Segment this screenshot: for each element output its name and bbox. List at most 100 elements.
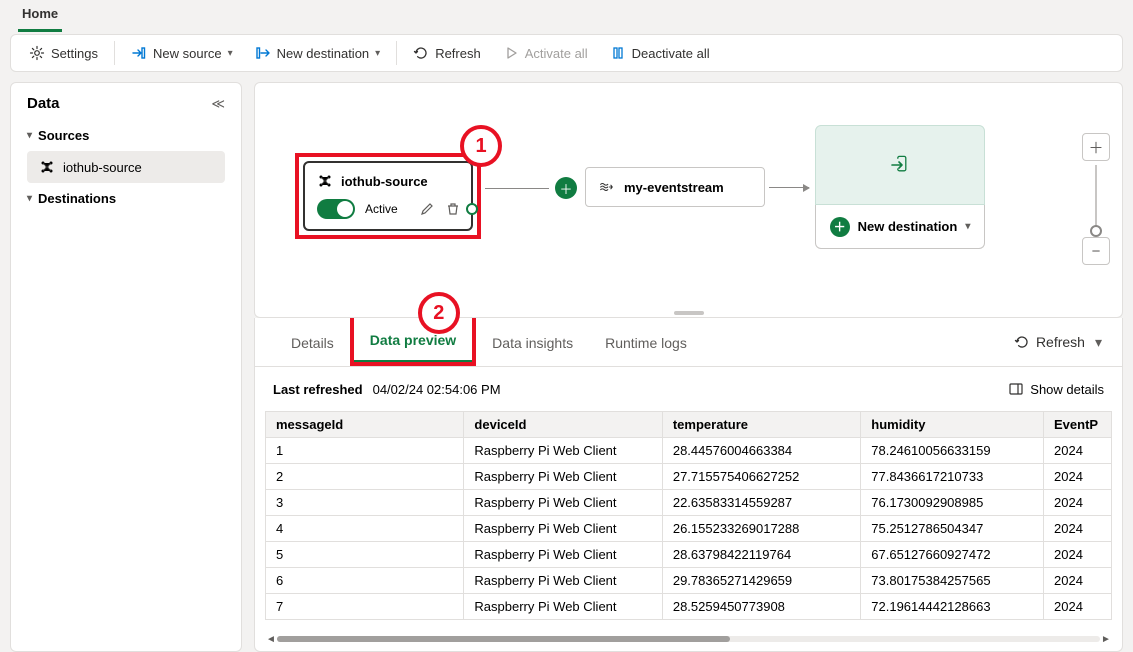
new-destination-node-button[interactable]: ＋ New destination ▾ bbox=[815, 205, 985, 249]
edit-icon[interactable] bbox=[419, 201, 435, 217]
play-icon bbox=[503, 45, 519, 61]
table-cell: 6 bbox=[266, 568, 464, 594]
table-cell: 28.44576004663384 bbox=[662, 438, 860, 464]
table-row[interactable]: 4Raspberry Pi Web Client26.1552332690172… bbox=[266, 516, 1112, 542]
iothub-icon bbox=[39, 159, 55, 175]
activate-all-label: Activate all bbox=[525, 46, 588, 61]
chevron-down-icon: ▾ bbox=[375, 48, 380, 59]
new-source-button[interactable]: New source ▾ bbox=[121, 41, 243, 65]
new-destination-node-label: New destination bbox=[858, 219, 958, 234]
tab-runtime-logs[interactable]: Runtime logs bbox=[589, 321, 703, 363]
zoom-out-button[interactable]: − bbox=[1082, 237, 1110, 265]
source-in-icon bbox=[131, 45, 147, 61]
table-cell: 1 bbox=[266, 438, 464, 464]
refresh-label: Refresh bbox=[435, 46, 481, 61]
scroll-left-icon[interactable]: ◄ bbox=[265, 633, 277, 645]
ribbon-tab-home[interactable]: Home bbox=[18, 0, 62, 32]
deactivate-all-button[interactable]: Deactivate all bbox=[600, 41, 720, 65]
tree-group-sources-label: Sources bbox=[38, 128, 89, 143]
panel-refresh-button[interactable]: Refresh bbox=[1014, 334, 1085, 350]
node-output-port[interactable] bbox=[466, 203, 478, 215]
scrollbar-thumb[interactable] bbox=[277, 636, 730, 642]
gear-icon bbox=[29, 45, 45, 61]
tree-item-iothub-source[interactable]: iothub-source bbox=[27, 151, 225, 183]
table-cell: 2024 bbox=[1044, 594, 1112, 620]
table-cell: 2024 bbox=[1044, 516, 1112, 542]
chevron-down-icon: ▾ bbox=[965, 221, 970, 232]
table-cell: Raspberry Pi Web Client bbox=[464, 594, 662, 620]
output-icon bbox=[889, 154, 911, 176]
col-header-temperature[interactable]: temperature bbox=[662, 412, 860, 438]
tree-group-destinations-label: Destinations bbox=[38, 191, 116, 206]
collapse-icon[interactable]: ≪ bbox=[211, 96, 225, 112]
table-cell: 7 bbox=[266, 594, 464, 620]
annotation-highlight-source: iothub-source Active bbox=[295, 153, 481, 239]
chevron-down-icon: ▾ bbox=[27, 193, 32, 204]
node-eventstream[interactable]: my-eventstream bbox=[585, 167, 765, 207]
last-refreshed-label: Last refreshed bbox=[273, 382, 363, 397]
table-cell: 78.24610056633159 bbox=[861, 438, 1044, 464]
pause-icon bbox=[610, 45, 626, 61]
add-node-button[interactable]: ＋ bbox=[555, 177, 577, 199]
annotation-callout-1: 1 bbox=[460, 125, 502, 167]
table-cell: Raspberry Pi Web Client bbox=[464, 464, 662, 490]
show-details-label: Show details bbox=[1030, 382, 1104, 397]
table-row[interactable]: 6Raspberry Pi Web Client29.7836527142965… bbox=[266, 568, 1112, 594]
table-cell: 2024 bbox=[1044, 438, 1112, 464]
settings-label: Settings bbox=[51, 46, 98, 61]
refresh-icon bbox=[413, 45, 429, 61]
last-refreshed-value: 04/02/24 02:54:06 PM bbox=[373, 382, 501, 397]
zoom-control: ＋ − bbox=[1082, 133, 1110, 265]
table-cell: 2024 bbox=[1044, 568, 1112, 594]
destination-drop-area[interactable] bbox=[815, 125, 985, 205]
table-cell: 2 bbox=[266, 464, 464, 490]
table-row[interactable]: 3Raspberry Pi Web Client22.6358331455928… bbox=[266, 490, 1112, 516]
annotation-callout-2: 2 bbox=[418, 292, 460, 334]
table-cell: 76.1730092908985 bbox=[861, 490, 1044, 516]
tree-group-sources[interactable]: ▾ Sources bbox=[19, 122, 233, 149]
node-source[interactable]: iothub-source Active bbox=[303, 161, 473, 231]
activate-all-button[interactable]: Activate all bbox=[493, 41, 598, 65]
horizontal-scrollbar[interactable]: ◄ ► bbox=[265, 633, 1112, 645]
table-row[interactable]: 2Raspberry Pi Web Client27.7155754066272… bbox=[266, 464, 1112, 490]
zoom-in-button[interactable]: ＋ bbox=[1082, 133, 1110, 161]
tree-group-destinations[interactable]: ▾ Destinations bbox=[19, 185, 233, 212]
tab-data-insights[interactable]: Data insights bbox=[476, 321, 589, 363]
delete-icon[interactable] bbox=[445, 201, 461, 217]
new-destination-button[interactable]: New destination ▾ bbox=[245, 41, 391, 65]
zoom-thumb[interactable] bbox=[1090, 225, 1102, 237]
bottom-panel: Details 2 Data preview Data insights Run… bbox=[254, 318, 1123, 652]
node-eventstream-title: my-eventstream bbox=[624, 180, 724, 195]
panel-resize-handle[interactable] bbox=[674, 311, 704, 315]
table-cell: 28.5259450773908 bbox=[662, 594, 860, 620]
table-row[interactable]: 5Raspberry Pi Web Client28.6379842211976… bbox=[266, 542, 1112, 568]
table-cell: 72.19614442128663 bbox=[861, 594, 1044, 620]
active-toggle[interactable] bbox=[317, 199, 355, 219]
show-details-button[interactable]: Show details bbox=[1008, 381, 1104, 397]
eventstream-icon bbox=[598, 179, 614, 195]
settings-button[interactable]: Settings bbox=[19, 41, 108, 65]
table-header-row: messageId deviceId temperature humidity … bbox=[266, 412, 1112, 438]
refresh-button[interactable]: Refresh bbox=[403, 41, 491, 65]
node-source-status: Active bbox=[365, 202, 398, 216]
col-header-messageid[interactable]: messageId bbox=[266, 412, 464, 438]
table-cell: Raspberry Pi Web Client bbox=[464, 490, 662, 516]
graph-canvas[interactable]: 1 iothub-source Active bbox=[254, 82, 1123, 318]
table-row[interactable]: 7Raspberry Pi Web Client28.5259450773908… bbox=[266, 594, 1112, 620]
panel-refresh-label: Refresh bbox=[1036, 334, 1085, 350]
table-cell: Raspberry Pi Web Client bbox=[464, 568, 662, 594]
col-header-humidity[interactable]: humidity bbox=[861, 412, 1044, 438]
col-header-deviceid[interactable]: deviceId bbox=[464, 412, 662, 438]
chevron-down-icon[interactable]: ▾ bbox=[1095, 334, 1102, 351]
deactivate-all-label: Deactivate all bbox=[632, 46, 710, 61]
scroll-right-icon[interactable]: ► bbox=[1100, 633, 1112, 645]
connector bbox=[769, 187, 809, 188]
col-header-eventp[interactable]: EventP bbox=[1044, 412, 1112, 438]
table-cell: 73.80175384257565 bbox=[861, 568, 1044, 594]
table-cell: Raspberry Pi Web Client bbox=[464, 438, 662, 464]
table-row[interactable]: 1Raspberry Pi Web Client28.4457600466338… bbox=[266, 438, 1112, 464]
tab-details[interactable]: Details bbox=[275, 321, 350, 363]
zoom-slider[interactable] bbox=[1095, 165, 1097, 233]
node-destination-placeholder: ＋ New destination ▾ bbox=[815, 125, 985, 249]
table-cell: 75.2512786504347 bbox=[861, 516, 1044, 542]
